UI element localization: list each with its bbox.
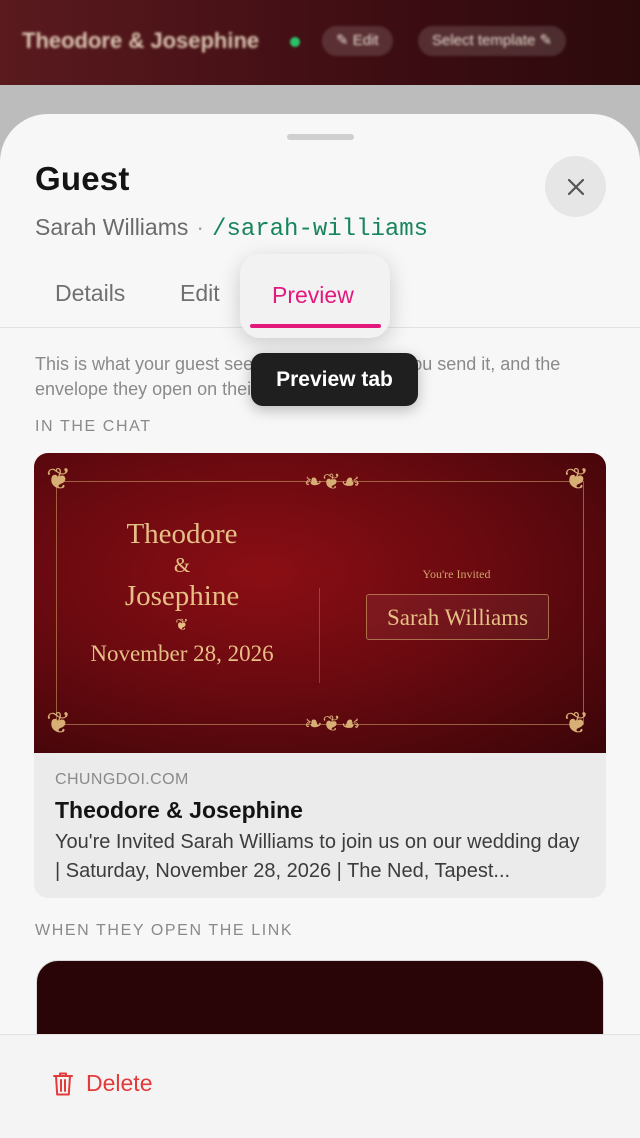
- tab-preview[interactable]: Preview: [272, 282, 354, 309]
- delete-label: Delete: [86, 1070, 153, 1096]
- tab-edit[interactable]: Edit: [180, 280, 220, 307]
- background-select-template-button: Select template ✎: [418, 26, 567, 56]
- couple-names: Theodore & Josephine ❦ November 28, 2026: [84, 518, 280, 667]
- active-tab-indicator: [250, 324, 381, 328]
- close-icon: [567, 178, 584, 195]
- guest-subtitle: Sarah Williams · /sarah-williams: [35, 214, 428, 243]
- invited-label: You're Invited: [422, 567, 491, 581]
- background-event-title: Theodore & Josephine: [22, 28, 260, 53]
- guest-slug[interactable]: /sarah-williams: [212, 216, 428, 243]
- chat-preview-card[interactable]: ❦ ❦ ❦ ❦ ❧❦☙ ❧❦☙ Theodore & Josephine ❦ N…: [34, 453, 606, 898]
- couple-name-2: Josephine: [124, 580, 240, 612]
- corner-ornament-icon: ❦: [564, 707, 590, 740]
- subtitle-separator: ·: [196, 214, 205, 240]
- guest-name: Sarah Williams: [35, 214, 189, 240]
- invitation-image: ❦ ❦ ❦ ❦ ❧❦☙ ❧❦☙ Theodore & Josephine ❦ N…: [34, 453, 606, 753]
- sheet-title: Guest: [35, 160, 130, 197]
- tab-details[interactable]: Details: [55, 280, 125, 307]
- corner-ornament-icon: ❦: [46, 463, 72, 496]
- status-dot: [290, 37, 300, 47]
- close-button[interactable]: [545, 156, 606, 217]
- trash-icon: [53, 1072, 73, 1095]
- bottom-ornament-icon: ❧❦☙: [304, 711, 361, 736]
- invite-divider: [319, 588, 320, 683]
- link-section-label: WHEN THEY OPEN THE LINK: [35, 922, 294, 939]
- delete-button[interactable]: Delete: [52, 1070, 152, 1097]
- wedding-date: November 28, 2026: [90, 641, 274, 666]
- invited-guest-name: Sarah Williams: [366, 594, 549, 640]
- corner-ornament-icon: ❦: [564, 463, 590, 496]
- corner-ornament-icon: ❦: [46, 707, 72, 740]
- background-edit-button: ✎ Edit: [322, 26, 393, 56]
- top-ornament-icon: ❧❦☙: [304, 469, 361, 494]
- couple-name-1: Theodore: [126, 518, 238, 550]
- tooltip: Preview tab: [251, 353, 418, 406]
- chat-section-label: IN THE CHAT: [35, 418, 152, 435]
- sheet-grabber[interactable]: [287, 134, 354, 140]
- couple-ampersand: &: [173, 553, 191, 577]
- link-preview-meta: CHUNGDOI.COM Theodore & Josephine You're…: [55, 771, 585, 886]
- link-domain: CHUNGDOI.COM: [55, 771, 189, 788]
- link-title: Theodore & Josephine: [55, 797, 303, 823]
- link-description: You're Invited Sarah Williams to join us…: [55, 831, 580, 882]
- flourish-icon: ❦: [175, 617, 189, 634]
